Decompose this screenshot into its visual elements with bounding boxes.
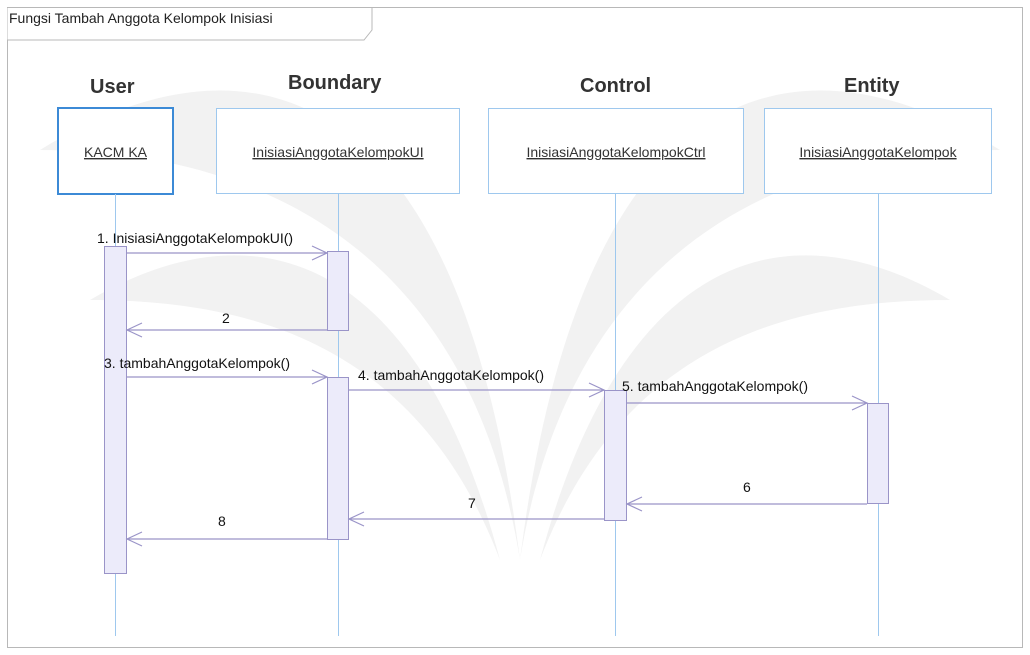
message-5-label: 5. tambahAnggotaKelompok()	[622, 378, 808, 394]
sequence-diagram: Fungsi Tambah Anggota Kelompok Inisiasi …	[7, 7, 1023, 648]
message-6-label: 6	[743, 479, 751, 495]
message-1-label: 1. InisiasiAnggotaKelompokUI()	[97, 230, 293, 246]
header-control: Control	[580, 75, 651, 97]
activation-control	[604, 390, 627, 521]
activation-actor	[104, 246, 127, 574]
object-name-boundary: InisiasiAnggotaKelompokUI	[252, 144, 423, 160]
object-name-entity: InisiasiAnggotaKelompok	[799, 144, 957, 160]
message-7-label: 7	[468, 495, 476, 511]
activation-boundary-2	[327, 377, 349, 540]
header-entity: Entity	[844, 75, 900, 97]
message-4-label: 4. tambahAnggotaKelompok()	[358, 367, 544, 383]
frame-title: Fungsi Tambah Anggota Kelompok Inisiasi	[9, 10, 273, 26]
message-8-label: 8	[218, 513, 226, 529]
message-3-label: 3. tambahAnggotaKelompok()	[104, 355, 290, 371]
activation-boundary-1	[327, 251, 349, 331]
header-user: User	[90, 76, 135, 98]
message-2-label: 2	[222, 310, 230, 326]
object-name-control: InisiasiAnggotaKelompokCtrl	[527, 144, 706, 160]
header-boundary: Boundary	[288, 72, 382, 94]
object-name-actor: KACM KA	[84, 144, 148, 160]
activation-entity	[867, 403, 889, 504]
